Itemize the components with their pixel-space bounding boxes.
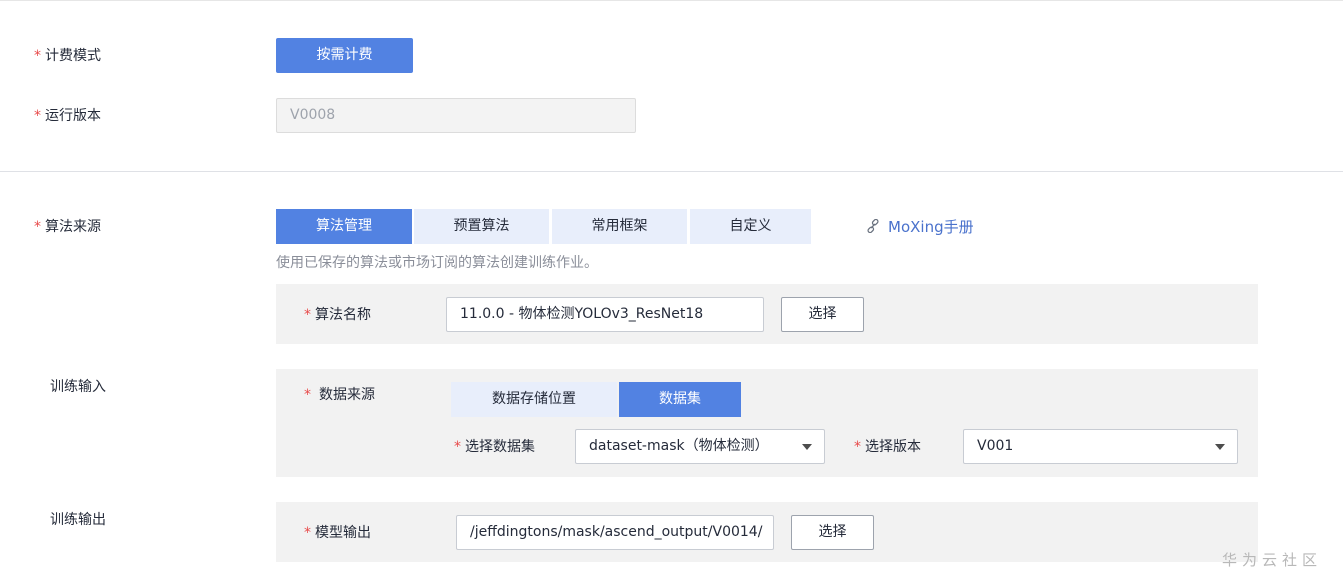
required-star: * — [34, 108, 41, 124]
section-divider — [0, 171, 1343, 172]
model-output-label: * 模型输出 — [304, 525, 371, 541]
tab-preset-algorithm[interactable]: 预置算法 — [414, 209, 549, 244]
required-star: * — [34, 219, 41, 235]
tab-algorithm-management[interactable]: 算法管理 — [276, 209, 412, 244]
required-star: * — [454, 439, 461, 455]
required-star: * — [304, 307, 311, 323]
required-star: * — [34, 48, 41, 64]
moxing-manual-link[interactable]: MoXing手册 — [866, 215, 974, 237]
dataset-select[interactable]: dataset-mask（物体检测） — [575, 429, 825, 464]
link-icon — [866, 218, 880, 234]
required-star: * — [854, 439, 861, 455]
moxing-manual-text[interactable]: MoXing手册 — [888, 216, 974, 237]
algorithm-name-input[interactable]: 11.0.0 - 物体检测YOLOv3_ResNet18 — [446, 297, 764, 332]
tab-common-framework[interactable]: 常用框架 — [552, 209, 687, 244]
required-star: * — [304, 525, 311, 541]
runtime-version-field: V0008 — [276, 98, 636, 133]
algorithm-select-button[interactable]: 选择 — [781, 297, 864, 332]
training-output-label: 训练输出 — [50, 512, 106, 528]
training-input-label: 训练输入 — [50, 379, 106, 395]
chevron-down-icon — [802, 444, 812, 450]
data-source-label: * 数据来源 — [304, 387, 375, 403]
runtime-version-label: * 运行版本 — [34, 108, 101, 124]
required-star: * — [304, 387, 311, 403]
chevron-down-icon — [1215, 444, 1225, 450]
model-output-select-button[interactable]: 选择 — [791, 515, 874, 550]
billing-mode-label: * 计费模式 — [34, 48, 101, 64]
version-select-value: V001 — [977, 438, 1014, 454]
top-border — [0, 0, 1343, 1]
algorithm-name-panel — [276, 284, 1258, 344]
select-version-label: * 选择版本 — [854, 439, 921, 455]
tab-custom[interactable]: 自定义 — [690, 209, 811, 244]
model-output-input[interactable]: /jeffdingtons/mask/ascend_output/V0014/ — [456, 515, 774, 550]
billing-on-demand-button[interactable]: 按需计费 — [276, 38, 413, 73]
tab-dataset[interactable]: 数据集 — [619, 382, 741, 417]
watermark: 华为云社区 — [1222, 551, 1323, 569]
select-dataset-label: * 选择数据集 — [454, 439, 535, 455]
version-select[interactable]: V001 — [963, 429, 1238, 464]
algorithm-source-hint: 使用已保存的算法或市场订阅的算法创建训练作业。 — [276, 255, 598, 271]
dataset-select-value: dataset-mask（物体检测） — [589, 438, 769, 454]
algorithm-name-label: * 算法名称 — [304, 307, 371, 323]
tab-data-storage-location[interactable]: 数据存储位置 — [451, 382, 617, 417]
algorithm-source-label: * 算法来源 — [34, 219, 101, 235]
